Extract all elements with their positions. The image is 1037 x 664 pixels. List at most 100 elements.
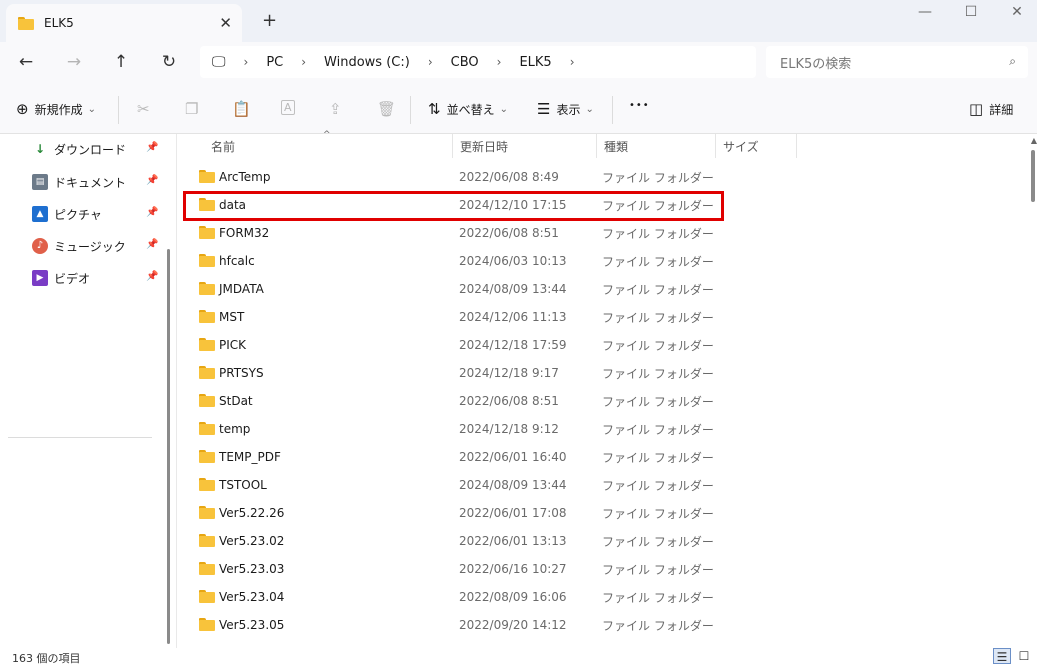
breadcrumb-elk5[interactable]: ELK5 — [519, 55, 551, 70]
close-button[interactable]: ✕ — [1002, 4, 1032, 20]
chevron-down-icon: ⌄ — [87, 103, 96, 115]
file-type: ファイル フォルダー — [602, 562, 714, 577]
address-bar[interactable]: 🖵 › PC › Windows (C:) › CBO › ELK5 › — [200, 46, 756, 78]
more-options-button[interactable]: ••• — [629, 100, 650, 111]
file-name: Ver5.23.03 — [219, 562, 285, 576]
document-icon: ▤ — [32, 174, 48, 190]
file-name: MST — [219, 310, 245, 324]
file-row-prtsys[interactable]: PRTSYS 2024/12/18 9:17 ファイル フォルダー — [185, 361, 965, 385]
file-name: TSTOOL — [219, 478, 267, 492]
file-row-ver5-23-05[interactable]: Ver5.23.05 2022/09/20 14:12 ファイル フォルダー — [185, 613, 965, 637]
rename-button[interactable]: A — [281, 100, 301, 115]
minimize-button[interactable]: — — [910, 4, 940, 20]
details-view-button[interactable]: ☰ — [993, 648, 1011, 664]
file-name: PICK — [219, 338, 247, 352]
sidebar-scrollbar-thumb[interactable] — [167, 249, 170, 644]
share-icon: ⇪ — [329, 100, 342, 118]
file-row-ver5-23-03[interactable]: Ver5.23.03 2022/06/16 10:27 ファイル フォルダー — [185, 557, 965, 581]
new-tab-button[interactable]: + — [262, 10, 277, 31]
share-button[interactable]: ⇪ — [329, 100, 348, 118]
search-icon[interactable]: ⌕ — [1009, 54, 1016, 69]
file-row-ver5-23-04[interactable]: Ver5.23.04 2022/08/09 16:06 ファイル フォルダー — [185, 585, 965, 609]
chevron-down-icon: ⌄ — [585, 103, 594, 115]
file-modified: 2024/12/18 9:12 — [459, 422, 559, 436]
file-list-scrollbar-thumb[interactable] — [1031, 150, 1035, 202]
file-modified: 2022/06/08 8:49 — [459, 170, 559, 184]
sort-button[interactable]: ⇅ 並べ替え ⌄ — [428, 100, 508, 118]
new-label: 新規作成 — [34, 102, 83, 117]
up-button[interactable]: ↑ — [108, 52, 134, 74]
sidebar-scrollbar[interactable] — [163, 134, 173, 648]
file-row-tstool[interactable]: TSTOOL 2024/08/09 13:44 ファイル フォルダー — [185, 473, 965, 497]
file-row-ver5-22-26[interactable]: Ver5.22.26 2022/06/01 17:08 ファイル フォルダー — [185, 501, 965, 525]
file-row-mst[interactable]: MST 2024/12/06 11:13 ファイル フォルダー — [185, 305, 965, 329]
tab-close-button[interactable]: ✕ — [219, 14, 232, 32]
breadcrumb-pc[interactable]: PC — [266, 55, 283, 70]
file-type: ファイル フォルダー — [602, 338, 714, 353]
folder-icon — [18, 16, 34, 30]
search-input[interactable]: ELK5の検索 ⌕ — [766, 46, 1028, 78]
breadcrumb-separator[interactable]: › — [428, 55, 433, 69]
column-header-type[interactable]: 種類 — [596, 134, 716, 158]
column-header-name[interactable]: 名前 — [203, 134, 453, 158]
file-row-stdat[interactable]: StDat 2022/06/08 8:51 ファイル フォルダー — [185, 389, 965, 413]
breadcrumb-separator[interactable]: › — [497, 55, 502, 69]
file-type: ファイル フォルダー — [602, 450, 714, 465]
view-button[interactable]: ☰ 表示 ⌄ — [537, 100, 594, 118]
maximize-button[interactable]: ☐ — [956, 4, 986, 20]
column-header-modified[interactable]: 更新日時 — [452, 134, 597, 158]
computer-icon[interactable]: 🖵 — [212, 54, 226, 70]
file-row-form32[interactable]: FORM32 2022/06/08 8:51 ファイル フォルダー — [185, 221, 965, 245]
sidebar-item-label: ビデオ — [54, 271, 91, 286]
pin-icon: 📌 — [146, 207, 159, 218]
copy-button[interactable]: ❐ — [185, 100, 204, 118]
sidebar-item-pictures[interactable]: ▲ ピクチャ — [32, 203, 162, 225]
file-modified: 2022/08/09 16:06 — [459, 590, 567, 604]
file-name: ArcTemp — [219, 170, 271, 184]
file-modified: 2022/06/01 16:40 — [459, 450, 567, 464]
file-type: ファイル フォルダー — [602, 534, 714, 549]
details-pane-button[interactable]: ◫ 詳細 — [969, 100, 1013, 118]
breadcrumb-separator[interactable]: › — [301, 55, 306, 69]
file-name: TEMP_PDF — [219, 450, 281, 464]
file-row-hfcalc[interactable]: hfcalc 2024/06/03 10:13 ファイル フォルダー — [185, 249, 965, 273]
new-button[interactable]: ⊕ 新規作成 ⌄ — [16, 100, 96, 118]
scroll-up-icon[interactable]: ▲ — [1031, 136, 1037, 145]
file-name: Ver5.23.05 — [219, 618, 285, 632]
sort-label: 並べ替え — [446, 102, 495, 117]
breadcrumb-windows-c[interactable]: Windows (C:) — [324, 55, 410, 70]
tiles-view-button[interactable]: ☐ — [1015, 648, 1033, 664]
delete-button[interactable]: 🗑 — [377, 100, 402, 118]
file-row-temp[interactable]: temp 2024/12/18 9:12 ファイル フォルダー — [185, 417, 965, 441]
file-row-ver5-23-02[interactable]: Ver5.23.02 2022/06/01 13:13 ファイル フォルダー — [185, 529, 965, 553]
clipboard-icon: 📋 — [232, 100, 251, 118]
breadcrumb-separator[interactable]: › — [570, 55, 575, 69]
file-row-temp-pdf[interactable]: TEMP_PDF 2022/06/01 16:40 ファイル フォルダー — [185, 445, 965, 469]
forward-button[interactable]: → — [61, 52, 87, 74]
cut-button[interactable]: ✂ — [137, 100, 156, 118]
file-type: ファイル フォルダー — [602, 170, 714, 185]
file-row-jmdata[interactable]: JMDATA 2024/08/09 13:44 ファイル フォルダー — [185, 277, 965, 301]
sidebar-item-downloads[interactable]: ↓ ダウンロード — [32, 138, 162, 160]
title-bar: ELK5 ✕ + — ☐ ✕ — [0, 0, 1037, 42]
toolbar-divider — [118, 96, 119, 124]
sidebar-item-music[interactable]: ♪ ミュージック — [32, 235, 162, 257]
back-button[interactable]: ← — [13, 52, 39, 74]
refresh-button[interactable]: ↻ — [156, 52, 182, 74]
file-type: ファイル フォルダー — [602, 394, 714, 409]
sidebar-item-videos[interactable]: ▶ ビデオ — [32, 267, 162, 289]
paste-button[interactable]: 📋 — [232, 100, 257, 118]
download-icon: ↓ — [34, 142, 46, 156]
tab-elk5[interactable]: ELK5 ✕ — [6, 4, 242, 42]
column-header-size[interactable]: サイズ — [715, 134, 797, 158]
folder-icon — [199, 478, 215, 491]
pin-icon: 📌 — [146, 271, 159, 282]
status-bar: 163 個の項目 ☰ ☐ — [0, 648, 1037, 664]
sidebar-item-documents[interactable]: ▤ ドキュメント — [32, 171, 162, 193]
sidebar-item-label: ピクチャ — [54, 207, 102, 222]
file-row-arctemp[interactable]: ArcTemp 2022/06/08 8:49 ファイル フォルダー — [185, 165, 965, 189]
breadcrumb-cbo[interactable]: CBO — [451, 55, 479, 70]
breadcrumb-separator[interactable]: › — [244, 55, 249, 69]
file-modified: 2022/06/08 8:51 — [459, 394, 559, 408]
file-row-pick[interactable]: PICK 2024/12/18 17:59 ファイル フォルダー — [185, 333, 965, 357]
